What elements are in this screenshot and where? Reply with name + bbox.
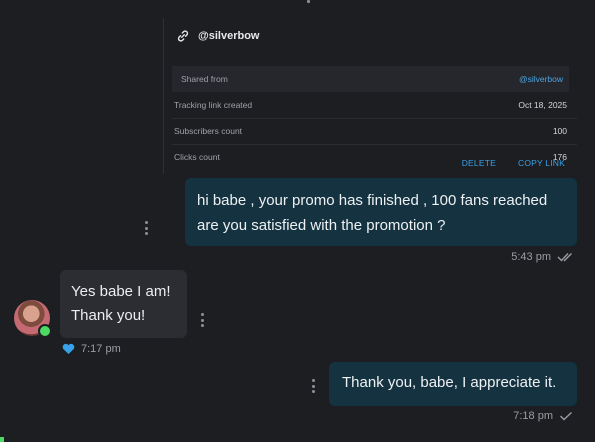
message-time: 7:18 pm <box>513 410 553 422</box>
tracking-link-card: @silverbow Shared from @silverbow Tracki… <box>163 18 577 174</box>
row-value: 100 <box>552 126 567 136</box>
row-label: Subscribers count <box>174 126 243 136</box>
message-meta: 5:43 pm <box>511 251 575 263</box>
avatar[interactable] <box>14 300 52 338</box>
card-header: @silverbow <box>176 26 259 46</box>
message-options-icon[interactable] <box>145 221 148 235</box>
row-label: Tracking link created <box>174 100 253 110</box>
message-line: hi babe , your promo has finished , 100 … <box>197 192 548 209</box>
message-line: Yes babe I am! <box>71 283 171 300</box>
message-line: Thank you! <box>71 307 146 324</box>
card-actions: DELETE COPY LINK <box>462 158 565 168</box>
link-icon <box>177 30 189 42</box>
delete-button[interactable]: DELETE <box>462 158 496 168</box>
card-handle: @silverbow <box>198 30 260 42</box>
shared-from-link[interactable]: @silverbow <box>519 74 569 84</box>
top-artifact <box>307 0 310 3</box>
online-status-indicator <box>38 324 52 338</box>
check-icon <box>560 411 572 421</box>
row-shared-from: Shared from @silverbow <box>172 66 569 92</box>
row-tracking-created: Tracking link created Oct 18, 2025 <box>172 92 577 119</box>
message-meta: 7:18 pm <box>513 410 573 422</box>
row-value: Oct 18, 2025 <box>518 100 567 110</box>
heart-icon[interactable] <box>62 343 75 355</box>
copy-link-button[interactable]: COPY LINK <box>518 158 565 168</box>
row-subscribers: Subscribers count 100 <box>172 118 577 145</box>
double-check-icon <box>557 253 572 262</box>
row-label: Clicks count <box>174 152 220 162</box>
message-bubble-outgoing[interactable]: hi babe , your promo has finished , 100 … <box>185 178 577 246</box>
message-bubble-incoming[interactable]: Yes babe I am! Thank you! <box>60 270 187 338</box>
message-options-icon[interactable] <box>201 313 204 327</box>
message-time: 5:43 pm <box>511 251 551 263</box>
row-label: Shared from <box>181 74 228 84</box>
message-bubble-outgoing[interactable]: Thank you, babe, I appreciate it. <box>329 362 577 406</box>
message-line: are you satisfied with the promotion ? <box>197 217 446 234</box>
message-line: Thank you, babe, I appreciate it. <box>342 374 557 391</box>
message-meta: 7:17 pm <box>62 343 121 355</box>
message-options-icon[interactable] <box>312 379 315 393</box>
edge-indicator <box>0 437 4 442</box>
message-time: 7:17 pm <box>81 343 121 355</box>
